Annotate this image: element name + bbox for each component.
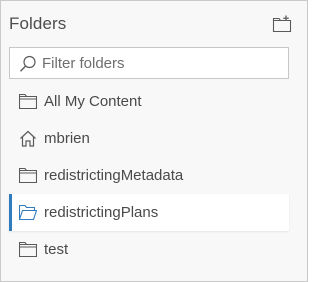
folder-item-mbrien[interactable]: mbrien (9, 120, 289, 157)
search-icon (20, 55, 36, 72)
folder-label: redistrictingPlans (44, 204, 159, 221)
folder-label: mbrien (44, 130, 90, 147)
folder-icon (19, 241, 37, 258)
folders-panel: Folders All My Content (0, 0, 308, 282)
folder-item-redistricting-metadata[interactable]: redistrictingMetadata (9, 157, 289, 194)
home-icon (20, 130, 36, 147)
panel-title: Folders (9, 14, 67, 33)
filter-folders-input[interactable] (42, 52, 280, 74)
folder-item-redistricting-plans[interactable]: redistrictingPlans (9, 194, 289, 231)
folder-item-test[interactable]: test (9, 231, 289, 268)
folder-label: All My Content (44, 93, 142, 110)
folder-label: test (44, 241, 69, 258)
folder-plus-icon (272, 15, 292, 33)
folder-icon (19, 93, 37, 110)
new-folder-button[interactable] (271, 13, 293, 35)
folder-label: redistrictingMetadata (44, 167, 184, 184)
folder-icon (19, 167, 37, 184)
folder-list: All My Content mbrien redistrictingMetad… (9, 83, 289, 268)
filter-folders-field (9, 47, 289, 79)
folders-header: Folders (9, 13, 293, 37)
folder-item-all-my-content[interactable]: All My Content (9, 83, 289, 120)
folder-open-icon (19, 204, 37, 221)
